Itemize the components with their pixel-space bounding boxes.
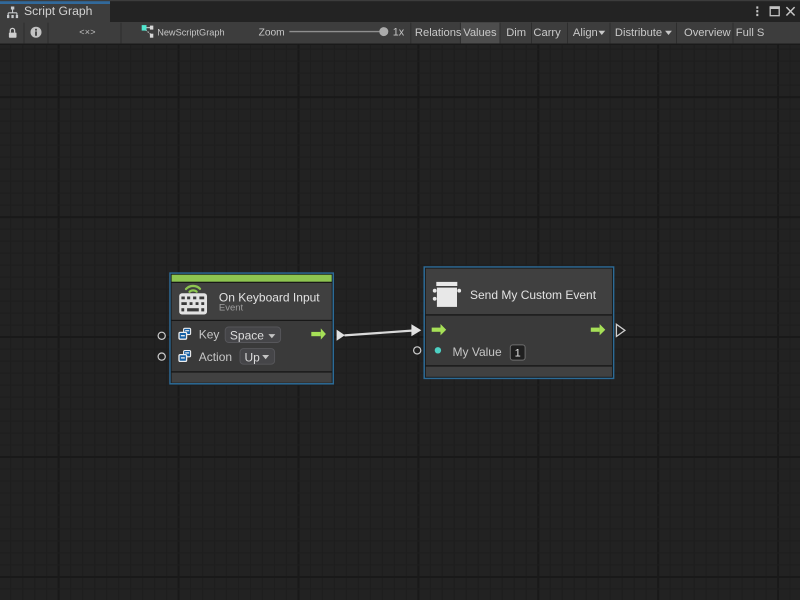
svg-text:1: 1	[515, 347, 521, 359]
svg-text:Full S: Full S	[736, 27, 765, 39]
svg-text:Relations: Relations	[415, 27, 462, 39]
svg-text:Event: Event	[219, 302, 244, 313]
svg-text:Align: Align	[573, 27, 598, 39]
svg-text:Space: Space	[230, 328, 264, 342]
svg-text:Key: Key	[199, 328, 220, 342]
svg-text:Carry: Carry	[533, 27, 561, 39]
svg-text:Action: Action	[199, 350, 232, 364]
svg-text:NewScriptGraph: NewScriptGraph	[157, 28, 224, 38]
svg-text:1x: 1x	[393, 27, 405, 39]
svg-text:Send My Custom Event: Send My Custom Event	[470, 288, 597, 302]
svg-text:<×>: <×>	[79, 27, 96, 37]
svg-text:Overview: Overview	[684, 27, 732, 39]
svg-text:Up: Up	[245, 350, 261, 364]
svg-text:Values: Values	[463, 27, 497, 39]
svg-text:Distribute: Distribute	[615, 27, 662, 39]
svg-text:Dim: Dim	[506, 27, 526, 39]
svg-text:Script Graph: Script Graph	[24, 4, 92, 18]
svg-text:Zoom: Zoom	[259, 28, 285, 39]
svg-text:My Value: My Value	[453, 345, 502, 359]
